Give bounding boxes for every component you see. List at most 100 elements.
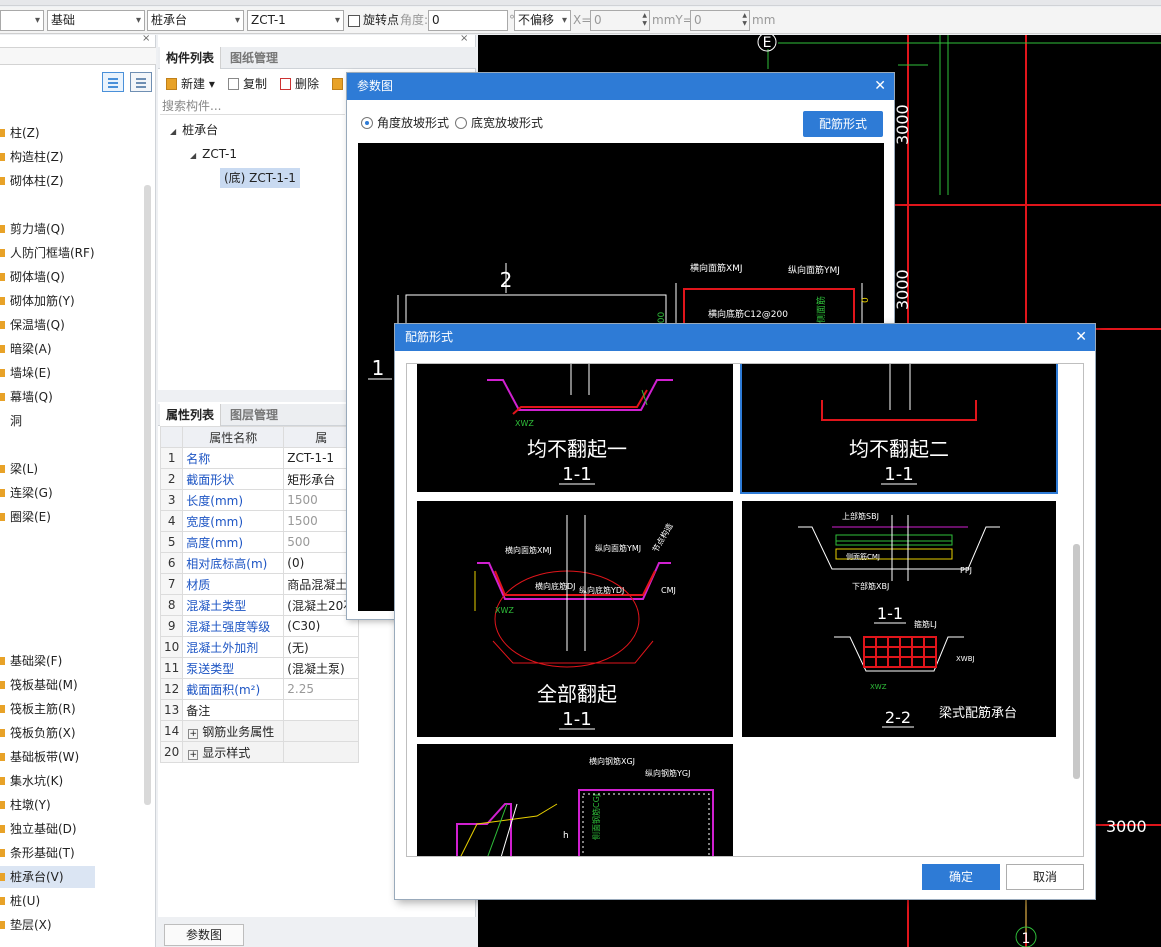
property-value[interactable] — [283, 720, 360, 742]
collapse-icon[interactable]: ◢ — [190, 146, 196, 166]
nav-item[interactable]: 垫层(X) — [0, 914, 95, 936]
nav-item[interactable]: 筏板负筋(X) — [0, 722, 95, 744]
property-row[interactable]: 12 截面面积(m²) 2.25 — [159, 678, 360, 700]
property-value[interactable] — [283, 699, 360, 721]
radio-angle-slope[interactable]: 角度放坡形式 — [361, 116, 449, 130]
cancel-button[interactable]: 取消 — [1006, 864, 1084, 890]
expand-icon[interactable]: + — [188, 749, 199, 760]
property-value[interactable]: 2.25 — [283, 678, 360, 700]
rotate-checkbox[interactable] — [348, 15, 360, 27]
property-row[interactable]: 11 泵送类型 (混凝土泵) — [159, 657, 360, 679]
angle-input[interactable]: 0 — [428, 10, 508, 31]
nav-item[interactable]: 筏板主筋(R) — [0, 698, 95, 720]
nav-item[interactable]: 桩(U) — [0, 890, 95, 912]
property-name-label: 混凝土外加剂 — [186, 640, 259, 655]
param-dialog-close-icon[interactable]: ✕ — [874, 73, 886, 100]
opt5-top-label: 横向钢筋XGJ — [589, 756, 635, 766]
rebar-form-button[interactable]: 配筋形式 — [803, 111, 883, 137]
param-diagram-button[interactable]: 参数图 — [164, 924, 244, 946]
nav-item[interactable]: 人防门框墙(RF) — [0, 242, 95, 264]
nav-item[interactable]: 保温墙(Q) — [0, 314, 95, 336]
component-close-icon[interactable]: × — [460, 33, 468, 44]
tab-property-list[interactable]: 属性列表 — [160, 404, 222, 426]
property-value[interactable]: (混凝土泵) — [283, 657, 360, 679]
nav-item[interactable]: 筏板基础(M) — [0, 674, 95, 696]
nav-item[interactable]: 连梁(G) — [0, 482, 95, 504]
nav-close-icon[interactable]: × — [142, 33, 150, 44]
nav-item[interactable]: 砌体加筋(Y) — [0, 290, 95, 312]
property-row[interactable]: 20 + 显示样式 — [159, 741, 360, 763]
nav-item[interactable]: 洞 — [0, 410, 95, 432]
property-row[interactable]: 6 相对底标高(m) (0) — [159, 552, 360, 574]
tree-root[interactable]: ◢ 桩承台 — [170, 120, 218, 140]
option-card-3d[interactable]: 横向钢筋XGJ 纵向钢筋YGJ 侧面钢筋CGJ h — [417, 744, 733, 856]
option-card-all-bend[interactable]: 横向面筋XMJ 纵向面筋YMJ 横向底筋DJ 纵向底筋YDJ CMJ 节点构造 … — [417, 501, 733, 737]
new-button[interactable]: 新建 ▾ — [166, 75, 215, 93]
property-row[interactable]: 4 宽度(mm) 1500 — [159, 510, 360, 532]
options-scrollbar[interactable] — [1073, 544, 1080, 779]
property-row[interactable]: 14 + 钢筋业务属性 — [159, 720, 360, 742]
x-input[interactable]: 0 ▲ ▼ — [590, 10, 650, 31]
expand-icon[interactable]: + — [188, 728, 199, 739]
nav-item[interactable]: 基础板带(W) — [0, 746, 95, 768]
option-card-no-bend-1[interactable]: XWZ 均不翻起一 1-1 — [417, 364, 733, 492]
ok-button[interactable]: 确定 — [922, 864, 1000, 890]
nav-item[interactable]: 暗梁(A) — [0, 338, 95, 360]
dim-label-b: 3000 — [893, 269, 912, 310]
property-row[interactable]: 3 长度(mm) 1500 — [159, 489, 360, 511]
nav-item[interactable]: 基础梁(F) — [0, 650, 95, 672]
nav-item[interactable]: 砌体墙(Q) — [0, 266, 95, 288]
nav-item[interactable]: 独立基础(D) — [0, 818, 95, 840]
nav-item[interactable]: 条形基础(T) — [0, 842, 95, 864]
tab-component-list[interactable]: 构件列表 — [160, 47, 222, 69]
type-select[interactable]: 桩承台 — [147, 10, 244, 31]
tree-leaf-selected[interactable]: (底) ZCT-1-1 — [220, 168, 300, 188]
option-card-beam-style[interactable]: 上部筋SBJ 侧面筋CMJ 下部筋XBJ PPJ 1-1 箍筋LJ XWBJ X… — [742, 501, 1056, 737]
nav-item[interactable]: 梁(L) — [0, 458, 95, 480]
property-name-label: 相对底标高(m) — [186, 556, 268, 571]
nav-item[interactable]: 墙垛(E) — [0, 362, 95, 384]
nav-scrollbar[interactable] — [144, 185, 151, 805]
component-search-input[interactable]: 搜索构件... — [160, 97, 345, 115]
nav-item[interactable]: 构造柱(Z) — [0, 146, 95, 168]
category-select[interactable]: 基础 — [47, 10, 145, 31]
nav-item[interactable]: 剪力墙(Q) — [0, 218, 95, 240]
nav-item[interactable]: 圈梁(E) — [0, 506, 95, 528]
tab-layer-management[interactable]: 图层管理 — [224, 404, 284, 426]
component-select[interactable]: ZCT-1 — [247, 10, 344, 31]
property-row[interactable]: 5 高度(mm) 500 — [159, 531, 360, 553]
nav-item[interactable]: 桩承台(V) — [0, 866, 95, 888]
property-value[interactable] — [283, 741, 360, 763]
property-row[interactable]: 2 截面形状 矩形承台 — [159, 468, 360, 490]
radio-width-slope[interactable]: 底宽放坡形式 — [455, 116, 543, 130]
tree-root-label: 桩承台 — [182, 123, 219, 137]
delete-button[interactable]: 删除 — [280, 75, 319, 93]
property-value[interactable]: (无) — [283, 636, 360, 658]
collapse-icon[interactable]: ◢ — [170, 122, 176, 142]
property-row[interactable]: 8 混凝土类型 (混凝土20石 — [159, 594, 360, 616]
x-spin-icon[interactable]: ▲ ▼ — [642, 12, 647, 28]
floor-select[interactable] — [0, 10, 44, 31]
nav-item[interactable]: 集水坑(K) — [0, 770, 95, 792]
offset-select[interactable]: 不偏移 — [514, 10, 571, 31]
list-view-icon[interactable] — [102, 72, 124, 92]
more-tools-icon[interactable] — [332, 75, 347, 93]
rebar-dialog-close-icon[interactable]: ✕ — [1075, 324, 1087, 351]
nav-item[interactable]: 砌体柱(Z) — [0, 170, 95, 192]
tile-view-icon[interactable] — [130, 72, 152, 92]
nav-item[interactable]: 幕墙(Q) — [0, 386, 95, 408]
y-input[interactable]: 0 ▲ ▼ — [690, 10, 750, 31]
tab-drawing-management[interactable]: 图纸管理 — [224, 47, 284, 69]
property-row[interactable]: 7 材质 商品混凝土 — [159, 573, 360, 595]
tree-child[interactable]: ◢ ZCT-1 — [190, 144, 237, 164]
copy-button[interactable]: 复制 — [228, 75, 267, 93]
nav-item[interactable]: 柱墩(Y) — [0, 794, 95, 816]
nav-item[interactable]: 柱(Z) — [0, 122, 95, 144]
property-row[interactable]: 1 名称 ZCT-1-1 — [159, 447, 360, 469]
option-card-no-bend-2[interactable]: 均不翻起二 1-1 — [740, 364, 1058, 494]
y-spin-icon[interactable]: ▲ ▼ — [742, 12, 747, 28]
property-row[interactable]: 10 混凝土外加剂 (无) — [159, 636, 360, 658]
property-row[interactable]: 13 备注 — [159, 699, 360, 721]
dim-0-label: 0 — [861, 297, 871, 303]
property-row[interactable]: 9 混凝土强度等级 (C30) — [159, 615, 360, 637]
